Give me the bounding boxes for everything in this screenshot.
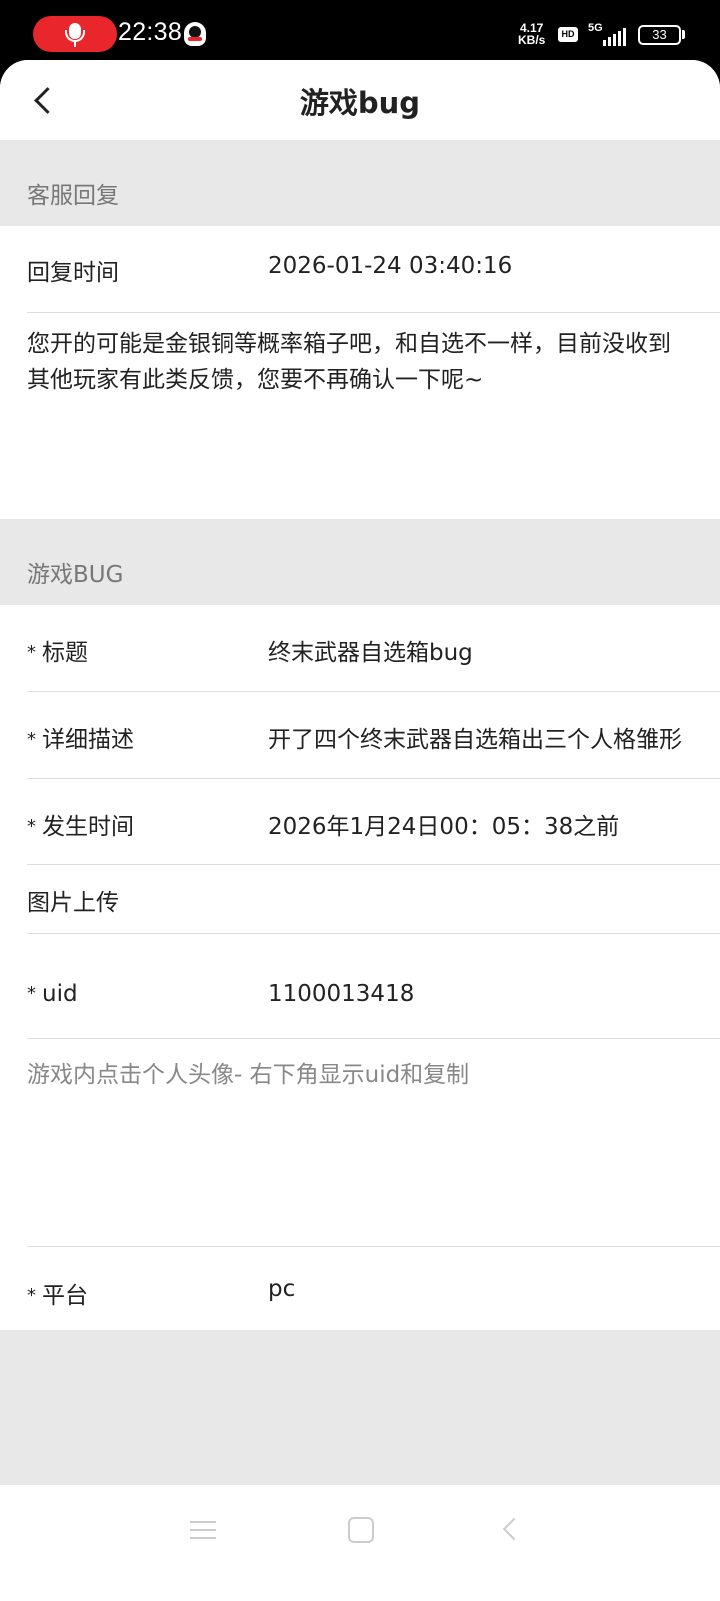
required-marker: * [27,816,36,837]
page-title: 游戏bug [299,86,421,120]
platform-value[interactable]: pc [268,1276,696,1302]
description-label: * 详细描述 [27,727,134,753]
divider [27,864,720,865]
reply-section-label: 客服回复 [27,183,119,209]
hd-icon: HD [558,27,578,42]
reply-time-value: 2026-01-24 03:40:16 [268,253,513,279]
description-value[interactable]: 开了四个终末武器自选箱出三个人格雏形 [268,720,693,754]
required-marker: * [27,729,36,750]
battery-level: 33 [652,27,667,42]
menu-icon[interactable] [190,1519,216,1541]
divider [27,691,720,692]
occur-time-label: * 发生时间 [27,814,134,840]
uid-label: * uid [27,981,78,1007]
bug-section-label: 游戏BUG [27,562,124,588]
network-type: 5G [588,22,603,34]
divider [27,1038,720,1039]
required-marker: * [27,642,36,663]
back-icon[interactable] [502,1517,526,1541]
occur-time-value[interactable]: 2026年1月24日00：05：38之前 [268,807,696,841]
divider [27,933,720,934]
bug-form: * 标题 终末武器自选箱bug * 详细描述 开了四个终末武器自选箱出三个人格雏形 … [0,605,720,1330]
home-icon[interactable] [348,1517,374,1543]
reply-section-header: 客服回复 [0,140,720,226]
uid-value[interactable]: 1100013418 [268,981,696,1007]
top-header: 游戏bug [0,60,720,140]
status-time: 22:38 [118,18,183,46]
divider [27,778,720,779]
divider [27,1246,720,1247]
signal-icon [603,28,629,46]
required-marker: * [27,983,36,1004]
reply-time-label: 回复时间 [27,260,119,286]
reply-block: 回复时间 2026-01-24 03:40:16 您开的可能是金银铜等概率箱子吧… [0,226,720,519]
battery-icon: 33 [638,25,681,45]
title-label: * 标题 [27,640,88,666]
reply-text: 您开的可能是金银铜等概率箱子吧，和自选不一样，目前没收到其他玩家有此类反馈，您要… [27,331,671,393]
system-nav-bar [0,1485,720,1601]
bug-section-header: 游戏BUG [0,519,720,605]
divider [27,312,720,313]
platform-label: * 平台 [27,1283,88,1309]
network-speed: 4.17 KB/s [518,21,546,47]
title-value[interactable]: 终末武器自选箱bug [268,633,696,667]
recording-indicator[interactable] [33,16,117,52]
image-upload-label[interactable]: 图片上传 [27,883,119,917]
uid-hint: 游戏内点击个人头像- 右下角显示uid和复制 [27,1062,470,1088]
required-marker: * [27,1285,36,1306]
app-surface: 游戏bug 客服回复 回复时间 2026-01-24 03:40:16 您开的可… [0,60,720,1601]
qq-icon [184,22,206,46]
